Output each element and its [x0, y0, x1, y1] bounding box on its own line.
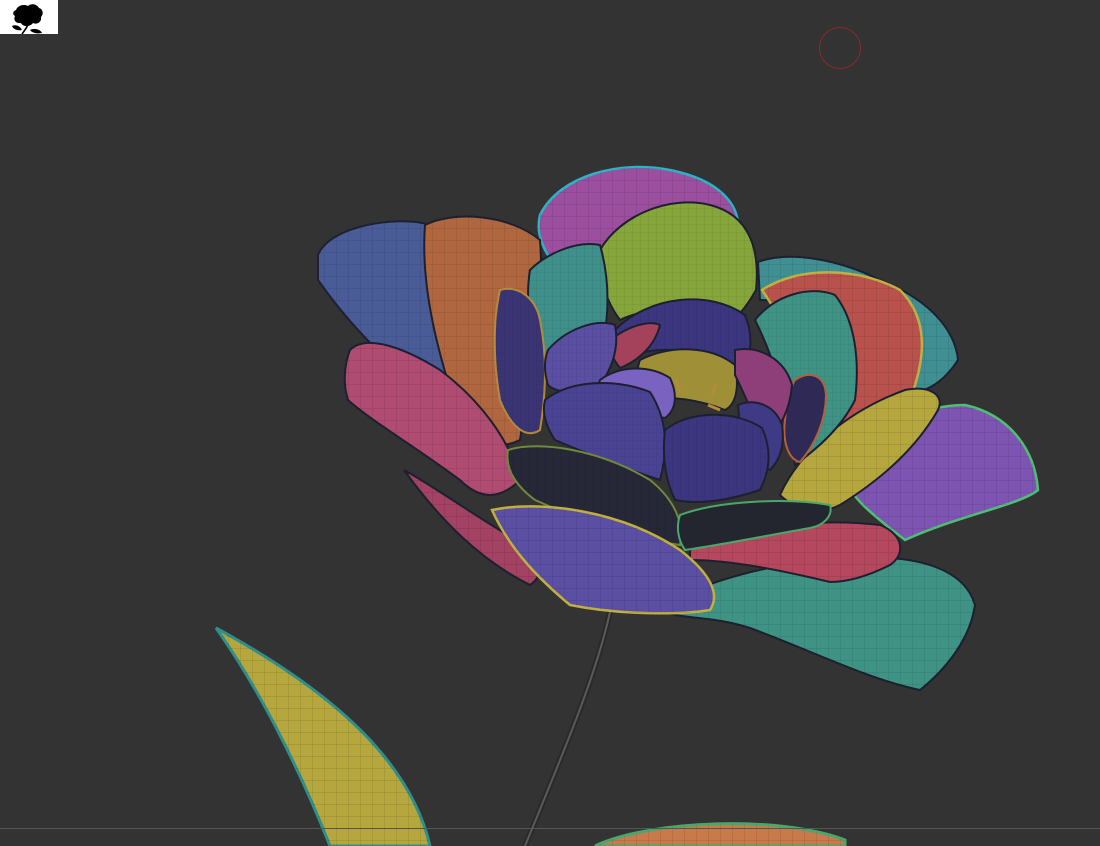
3d-viewport[interactable]: [0, 0, 1100, 846]
brush-circle-icon: [819, 27, 861, 69]
stem: [522, 611, 613, 846]
flower-model[interactable]: [0, 0, 1100, 846]
leaf-bottom[interactable]: [594, 822, 847, 846]
divider: [0, 828, 1100, 829]
leaf-left[interactable]: [214, 626, 432, 846]
thumbnail-preview[interactable]: [0, 0, 58, 34]
petal-inner-purple-front-right[interactable]: [662, 413, 770, 503]
flower-silhouette-icon: [12, 4, 43, 34]
